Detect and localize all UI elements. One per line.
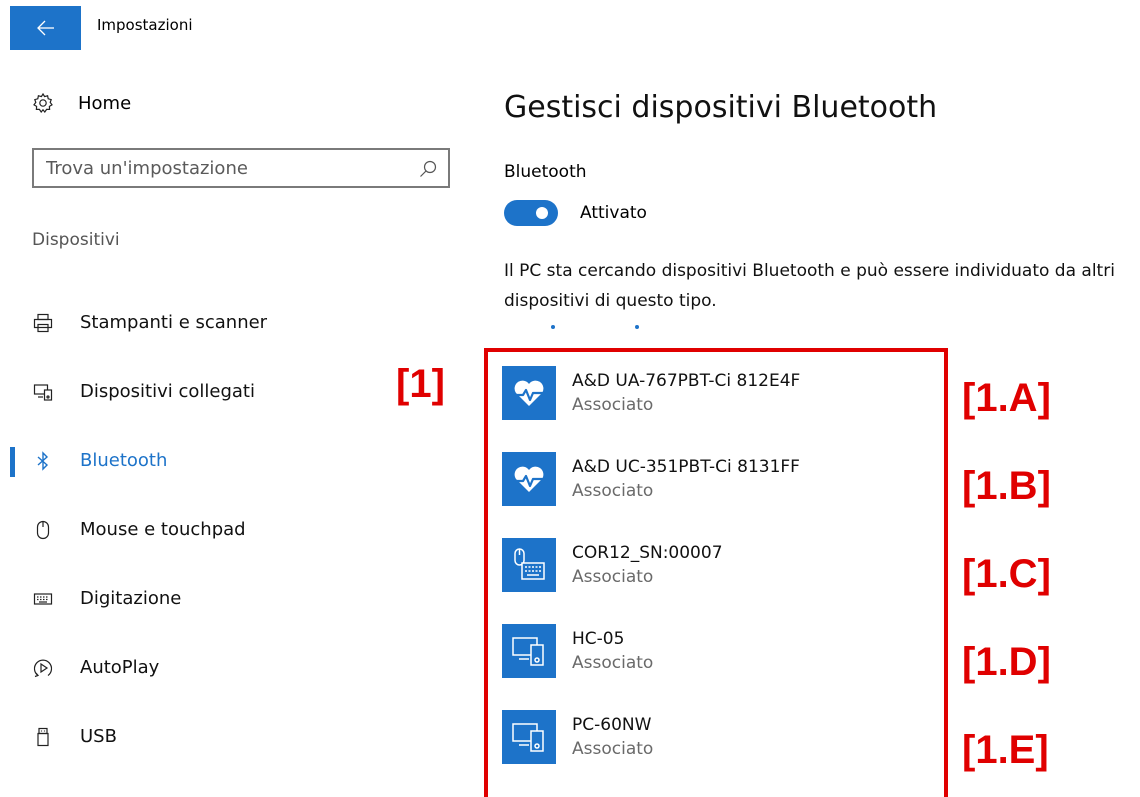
back-button[interactable] [10, 6, 81, 50]
window-title: Impostazioni [97, 16, 193, 34]
annotation-label-d: [1.D] [962, 640, 1051, 684]
sidebar-home-label: Home [78, 92, 132, 114]
toggle-state-label: Attivato [580, 203, 647, 223]
bluetooth-toggle-row: Attivato [504, 200, 647, 226]
autoplay-icon [32, 657, 54, 679]
progress-dot [635, 325, 639, 329]
bluetooth-label: Bluetooth [504, 162, 587, 182]
annotation-label-c: [1.C] [962, 552, 1051, 596]
sidebar-item-label: Dispositivi collegati [80, 381, 255, 402]
arrow-left-icon [36, 20, 54, 36]
active-indicator [10, 447, 15, 477]
sidebar-item-autoplay[interactable]: AutoPlay [0, 633, 470, 702]
annotation-label-group: [1] [396, 362, 445, 406]
annotation-box [484, 348, 948, 797]
toggle-knob [536, 207, 548, 219]
annotation-label-a: [1.A] [962, 376, 1051, 420]
bluetooth-toggle[interactable] [504, 200, 558, 226]
connected-devices-icon [32, 381, 54, 403]
sidebar: Home Dispositivi Stampanti e scanner [0, 60, 470, 797]
annotation-label-e: [1.E] [962, 728, 1049, 772]
sidebar-item-label: USB [80, 726, 117, 747]
sidebar-home[interactable]: Home [32, 88, 131, 118]
gear-icon [32, 92, 54, 114]
keyboard-icon [32, 588, 54, 610]
search-icon[interactable] [418, 159, 438, 179]
search-box[interactable] [32, 148, 450, 188]
sidebar-item-label: Bluetooth [80, 450, 168, 471]
page-title: Gestisci dispositivi Bluetooth [504, 90, 938, 125]
sidebar-item-label: Stampanti e scanner [80, 312, 268, 333]
sidebar-item-mouse[interactable]: Mouse e touchpad [0, 495, 470, 564]
sidebar-item-label: Mouse e touchpad [80, 519, 246, 540]
sidebar-item-usb[interactable]: USB [0, 702, 470, 771]
printer-icon [32, 312, 54, 334]
search-input[interactable] [46, 157, 406, 179]
sidebar-item-label: AutoPlay [80, 657, 160, 678]
sidebar-item-label: Digitazione [80, 588, 182, 609]
usb-icon [32, 726, 54, 748]
sidebar-item-typing[interactable]: Digitazione [0, 564, 470, 633]
sidebar-item-bluetooth[interactable]: Bluetooth [0, 426, 470, 495]
bluetooth-icon [32, 450, 54, 472]
progress-dot [551, 325, 555, 329]
section-label-devices: Dispositivi [32, 230, 120, 250]
annotation-label-b: [1.B] [962, 464, 1051, 508]
sidebar-nav: Stampanti e scanner Dispositivi collegat… [0, 288, 470, 771]
title-bar: Impostazioni [0, 0, 1140, 52]
sidebar-item-printers[interactable]: Stampanti e scanner [0, 288, 470, 357]
mouse-icon [32, 519, 54, 541]
discovery-description: Il PC sta cercando dispositivi Bluetooth… [504, 261, 1115, 311]
